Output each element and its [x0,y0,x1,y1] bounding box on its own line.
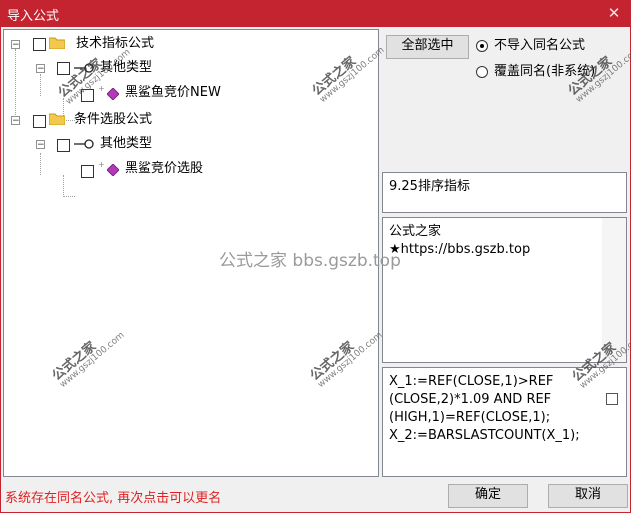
formula-icon [107,164,119,176]
tree-node-condition-stock[interactable]: − 条件选股公式 [4,110,374,130]
title-bar[interactable]: 导入公式 ✕ [1,1,630,27]
radio-label: 不导入同名公式 [494,38,586,53]
node-label: 黑鲨鱼竞价NEW [125,85,221,100]
ok-button[interactable]: 确定 [448,484,528,508]
node-checkbox[interactable] [33,38,46,51]
node-label: 其他类型 [100,136,153,151]
expander-minus-icon[interactable]: − [36,140,45,150]
folder-icon [49,113,65,125]
node-dots-icon: + [98,160,105,169]
formula-description: 公式之家 ★https://bbs.gszb.top [389,224,531,257]
code-checkbox[interactable] [606,393,618,405]
close-icon[interactable]: ✕ [604,3,624,23]
node-checkbox[interactable] [57,62,70,75]
cancel-button[interactable]: 取消 [548,484,628,508]
expander-minus-icon[interactable]: − [36,64,45,74]
status-message: 系统存在同名公式, 再次点击可以更名 [5,491,222,506]
expander-minus-icon[interactable]: − [11,40,20,50]
tree-node-formula-heisha[interactable]: + 黑鲨竞价选股 [4,159,374,179]
tree-node-other-type[interactable]: − 其他类型 [4,58,374,78]
radio-selected-icon[interactable] [476,40,488,52]
select-all-button[interactable]: 全部选中 [386,35,469,59]
import-formula-dialog: 导入公式 ✕ − 技术指标公式 − 其他类型 + 黑鲨鱼竞价NEW − 条件选股… [0,0,631,513]
folder-icon [49,37,65,49]
node-checkbox[interactable] [57,139,70,152]
node-checkbox[interactable] [33,115,46,128]
node-label: 黑鲨竞价选股 [125,161,204,176]
window-title: 导入公式 [7,9,60,24]
watermark-center: 公式之家 bbs.gszb.top [219,251,401,271]
node-label: 条件选股公式 [74,112,153,127]
key-icon [74,139,94,149]
formula-description-box[interactable]: 公式之家 ★https://bbs.gszb.top [382,217,627,363]
radio-unselected-icon[interactable] [476,66,488,78]
formula-code: X_1:=REF(CLOSE,1)>REF (CLOSE,2)*1.09 AND… [389,374,580,443]
expander-minus-icon[interactable]: − [11,116,20,126]
tree-node-tech-indicator[interactable]: − 技术指标公式 [4,34,374,54]
node-dots-icon: + [98,84,105,93]
tree-line [63,196,75,197]
formula-name: 9.25排序指标 [389,179,470,194]
node-checkbox[interactable] [81,165,94,178]
formula-icon [107,88,119,100]
formula-name-box: 9.25排序指标 [382,172,627,213]
tree-node-other-type-2[interactable]: − 其他类型 [4,134,374,154]
radio-skip-duplicate[interactable]: 不导入同名公式 [476,37,628,55]
